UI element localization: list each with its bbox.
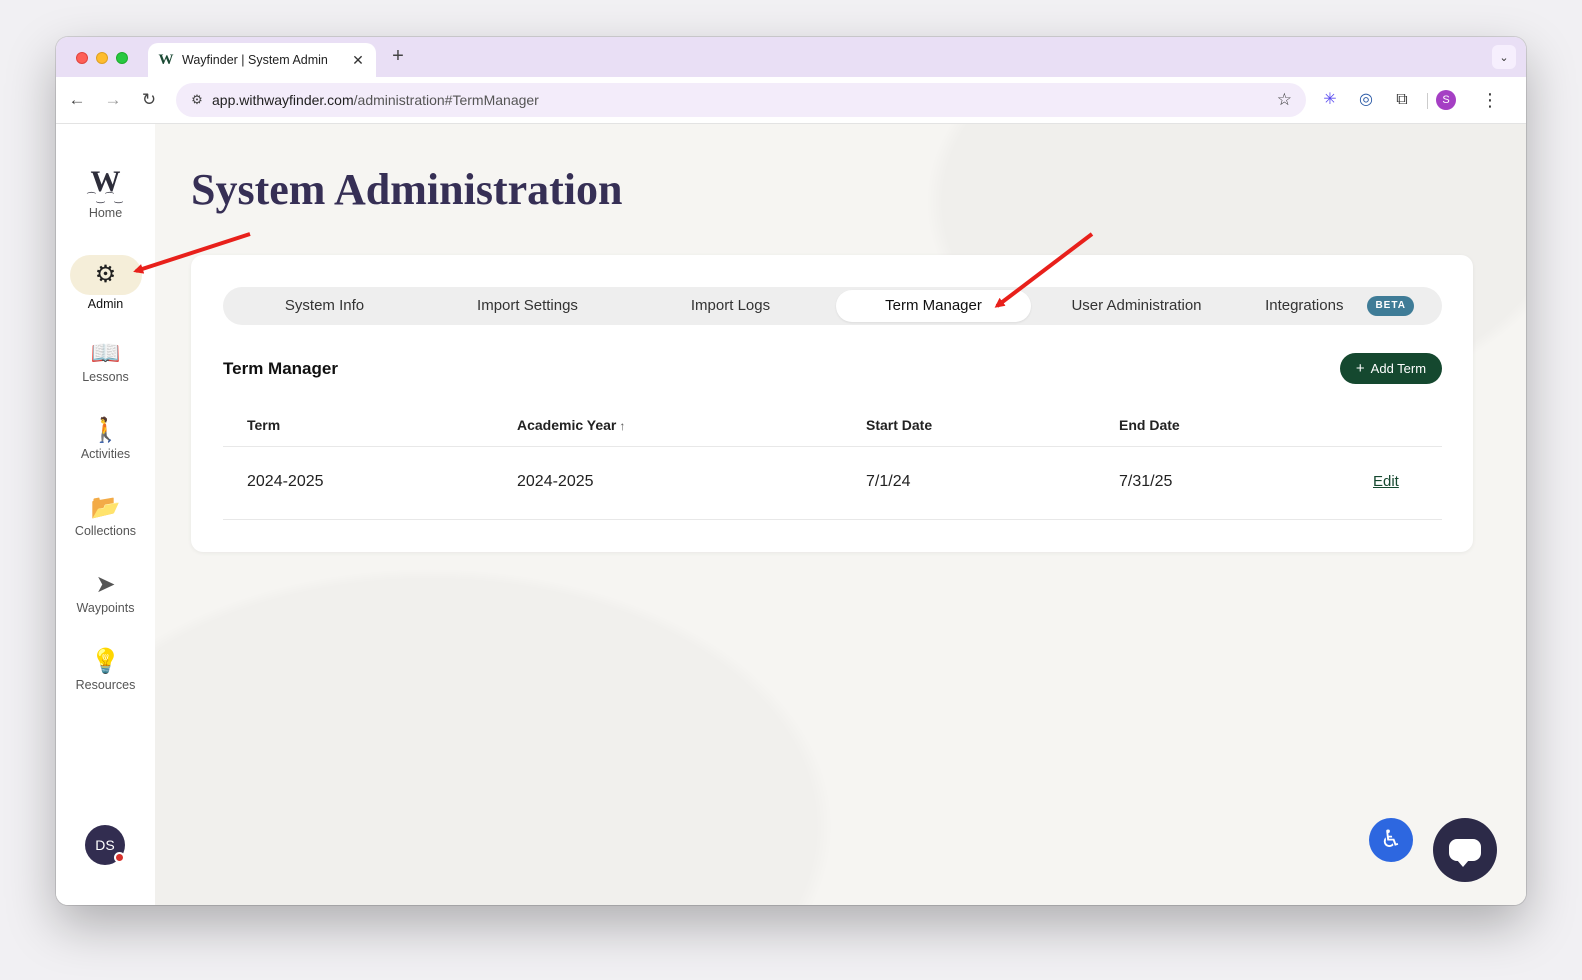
url-text[interactable]: app.withwayfinder.com/administration#Ter…: [212, 92, 539, 108]
sidebar-item-label: Resources: [75, 678, 136, 692]
tab-term-manager[interactable]: Term Manager: [836, 290, 1031, 322]
reload-icon[interactable]: ↻: [138, 89, 160, 111]
sidebar-item-admin[interactable]: ⚙ Admin: [56, 255, 155, 311]
book-icon: 📖: [90, 340, 121, 367]
table-header: Term Academic Year ↑ Start Date End Date: [223, 405, 1442, 447]
folder-icon: 📂: [90, 494, 121, 521]
edit-term-link[interactable]: Edit: [1373, 473, 1399, 490]
gear-icon: ⚙: [69, 255, 142, 295]
back-arrow-icon[interactable]: ←: [66, 89, 88, 111]
extensions-puzzle-icon[interactable]: ⧉: [1392, 90, 1412, 110]
column-header-start-date[interactable]: Start Date: [866, 417, 932, 433]
window-minimize-button[interactable]: [96, 52, 108, 64]
tab-import-settings[interactable]: Import Settings: [430, 290, 625, 322]
sidebar-item-label: Admin: [87, 297, 124, 311]
window-close-button[interactable]: [76, 52, 88, 64]
browser-tab-active[interactable]: W Wayfinder | System Admin ✕: [148, 43, 376, 77]
admin-card: System Info Import Settings Import Logs …: [191, 255, 1473, 552]
new-tab-button[interactable]: +: [386, 45, 410, 68]
column-header-academic-year[interactable]: Academic Year ↑: [517, 417, 625, 433]
close-tab-icon[interactable]: ✕: [350, 52, 366, 69]
cell-term: 2024-2025: [247, 473, 324, 490]
cell-start-date: 7/1/24: [866, 473, 911, 490]
section-title: Term Manager: [223, 359, 338, 378]
column-header-end-date[interactable]: End Date: [1119, 417, 1180, 433]
forward-arrow-icon[interactable]: →: [102, 89, 124, 111]
extension-sparkle-icon[interactable]: ✳: [1320, 90, 1340, 110]
tab-integrations[interactable]: Integrations BETA: [1242, 290, 1437, 322]
sidebar-item-label: Activities: [80, 447, 131, 461]
sidebar-item-activities[interactable]: 🚶 Activities: [56, 417, 155, 461]
sidebar-item-lessons[interactable]: 📖 Lessons: [56, 340, 155, 384]
chat-bubble-icon: [1449, 839, 1481, 867]
url-host: app.withwayfinder.com: [212, 92, 354, 108]
sidebar-item-home[interactable]: W ⁀‿⁀‿ Home: [56, 165, 155, 221]
accessibility-icon[interactable]: ♿: [1369, 818, 1413, 862]
browser-window: W Wayfinder | System Admin ✕ + ⌄ ← → ↻ ⚙…: [56, 37, 1526, 905]
tab-import-logs[interactable]: Import Logs: [633, 290, 828, 322]
bookmark-star-icon[interactable]: ☆: [1277, 90, 1292, 110]
sidebar-item-label: Home: [88, 206, 123, 220]
add-term-button[interactable]: + Add Term: [1340, 353, 1442, 384]
sidebar-item-collections[interactable]: 📂 Collections: [56, 494, 155, 538]
lightbulb-icon: 💡: [90, 648, 121, 675]
wayfinder-favicon-icon: W: [158, 52, 174, 68]
url-path: /administration#TermManager: [353, 92, 539, 108]
browser-menu-icon[interactable]: ⋮: [1480, 89, 1500, 111]
profile-avatar[interactable]: S: [1436, 90, 1456, 110]
sidebar-item-label: Lessons: [82, 370, 129, 384]
cell-end-date: 7/31/25: [1119, 473, 1173, 490]
add-term-label: Add Term: [1370, 361, 1427, 376]
page-title: System Administration: [191, 165, 623, 214]
hiker-icon: 🚶: [90, 417, 121, 444]
window-zoom-button[interactable]: [116, 52, 128, 64]
address-bar[interactable]: ⚙ app.withwayfinder.com/administration#T…: [176, 83, 1306, 117]
sidebar-item-label: Waypoints: [76, 601, 135, 615]
sort-ascending-icon: ↑: [619, 419, 626, 433]
tab-label: Integrations: [1265, 297, 1344, 314]
browser-tab-strip: W Wayfinder | System Admin ✕ + ⌄: [56, 37, 1526, 77]
sidebar-item-waypoints[interactable]: ➤ Waypoints: [56, 571, 155, 615]
tab-user-administration[interactable]: User Administration: [1039, 290, 1234, 322]
site-info-icon[interactable]: ⚙: [182, 92, 212, 108]
sidebar-item-resources[interactable]: 💡 Resources: [56, 648, 155, 692]
column-label: Academic Year: [517, 417, 617, 433]
sidebar-item-label: Collections: [74, 524, 137, 538]
column-header-term[interactable]: Term: [247, 417, 280, 433]
notification-dot: [114, 852, 125, 863]
tab-system-info[interactable]: System Info: [227, 290, 422, 322]
chat-launcher-button[interactable]: [1433, 818, 1497, 882]
wayfinder-logo-icon: W: [90, 165, 121, 198]
browser-toolbar: ← → ↻ ⚙ app.withwayfinder.com/administra…: [56, 77, 1526, 124]
app-content: W ⁀‿⁀‿ Home ⚙ Admin 📖 Lessons 🚶 Activiti…: [56, 124, 1526, 905]
tab-title: Wayfinder | System Admin: [182, 53, 328, 67]
toolbar-divider: [1427, 93, 1428, 109]
extension-password-icon[interactable]: ◎: [1356, 90, 1376, 110]
plus-icon: +: [1355, 360, 1365, 377]
tab-search-button[interactable]: ⌄: [1492, 45, 1516, 69]
navigation-arrow-icon: ➤: [95, 571, 116, 598]
logo-squiggle: ⁀‿⁀‿: [87, 193, 124, 204]
sidebar-nav: W ⁀‿⁀‿ Home ⚙ Admin 📖 Lessons 🚶 Activiti…: [56, 124, 155, 905]
cell-academic-year: 2024-2025: [517, 473, 594, 490]
table-row: 2024-2025 2024-2025 7/1/24 7/31/25 Edit: [223, 447, 1442, 520]
admin-tabs: System Info Import Settings Import Logs …: [223, 287, 1442, 325]
beta-badge: BETA: [1367, 296, 1414, 317]
